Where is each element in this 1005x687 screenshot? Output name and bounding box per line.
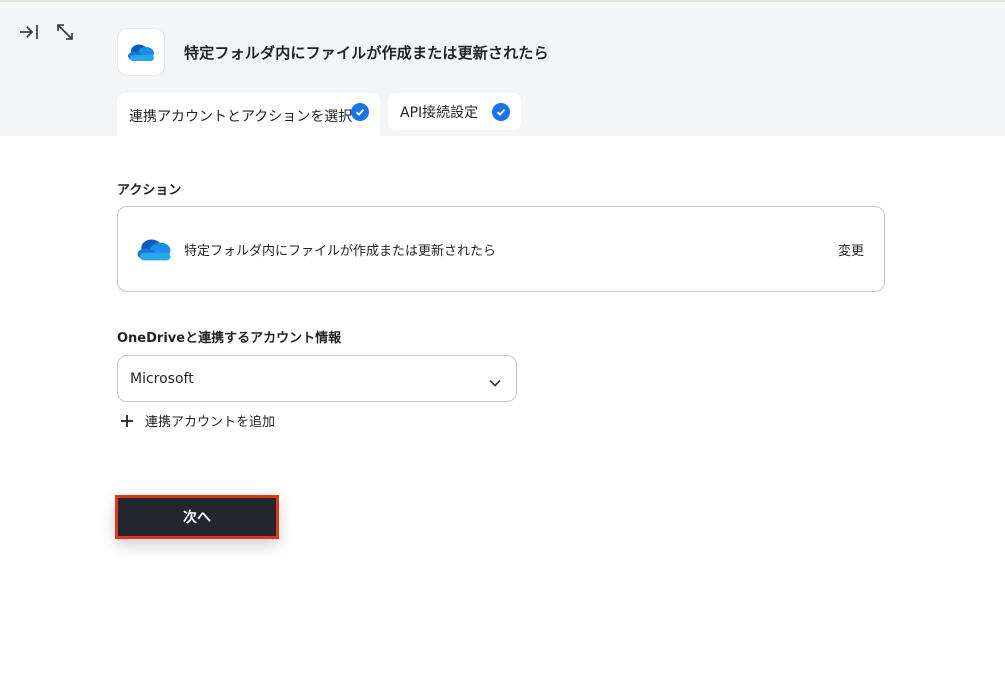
collapse-panel-icon[interactable] <box>17 20 41 44</box>
check-icon <box>351 103 369 121</box>
tab-select-account-action[interactable]: 連携アカウントとアクションを選択 <box>117 93 380 138</box>
action-name: 特定フォルダ内にファイルが作成または更新されたら <box>184 244 497 259</box>
account-section-label: OneDriveと連携するアカウント情報 <box>117 331 342 346</box>
tab-label: API接続設定 <box>400 104 479 121</box>
header: 特定フォルダ内にファイルが作成または更新されたら 連携アカウントとアクションを選… <box>0 2 1005 138</box>
action-section-label: アクション <box>117 183 182 198</box>
next-button[interactable]: 次へ <box>118 498 276 536</box>
onedrive-app-icon <box>117 28 165 76</box>
expand-icon[interactable] <box>53 20 77 44</box>
plus-icon <box>119 413 135 429</box>
check-icon <box>492 103 510 121</box>
account-select-value: Microsoft <box>130 371 194 387</box>
add-account-label: 連携アカウントを追加 <box>145 415 276 430</box>
account-select[interactable]: Microsoft <box>117 355 517 402</box>
next-button-highlight: 次へ <box>115 495 279 539</box>
chevron-down-icon <box>488 373 502 392</box>
action-card: 特定フォルダ内にファイルが作成または更新されたら 変更 <box>117 206 885 292</box>
onedrive-cloud-icon <box>135 236 173 266</box>
page-title: 特定フォルダ内にファイルが作成または更新されたら <box>184 44 549 62</box>
tab-label: 連携アカウントとアクションを選択 <box>129 108 353 125</box>
add-account-link[interactable]: 連携アカウントを追加 <box>119 411 275 430</box>
change-action-button[interactable]: 変更 <box>838 240 864 259</box>
tab-api-connection-settings[interactable]: API接続設定 <box>388 93 521 130</box>
onedrive-cloud-icon <box>128 44 154 61</box>
